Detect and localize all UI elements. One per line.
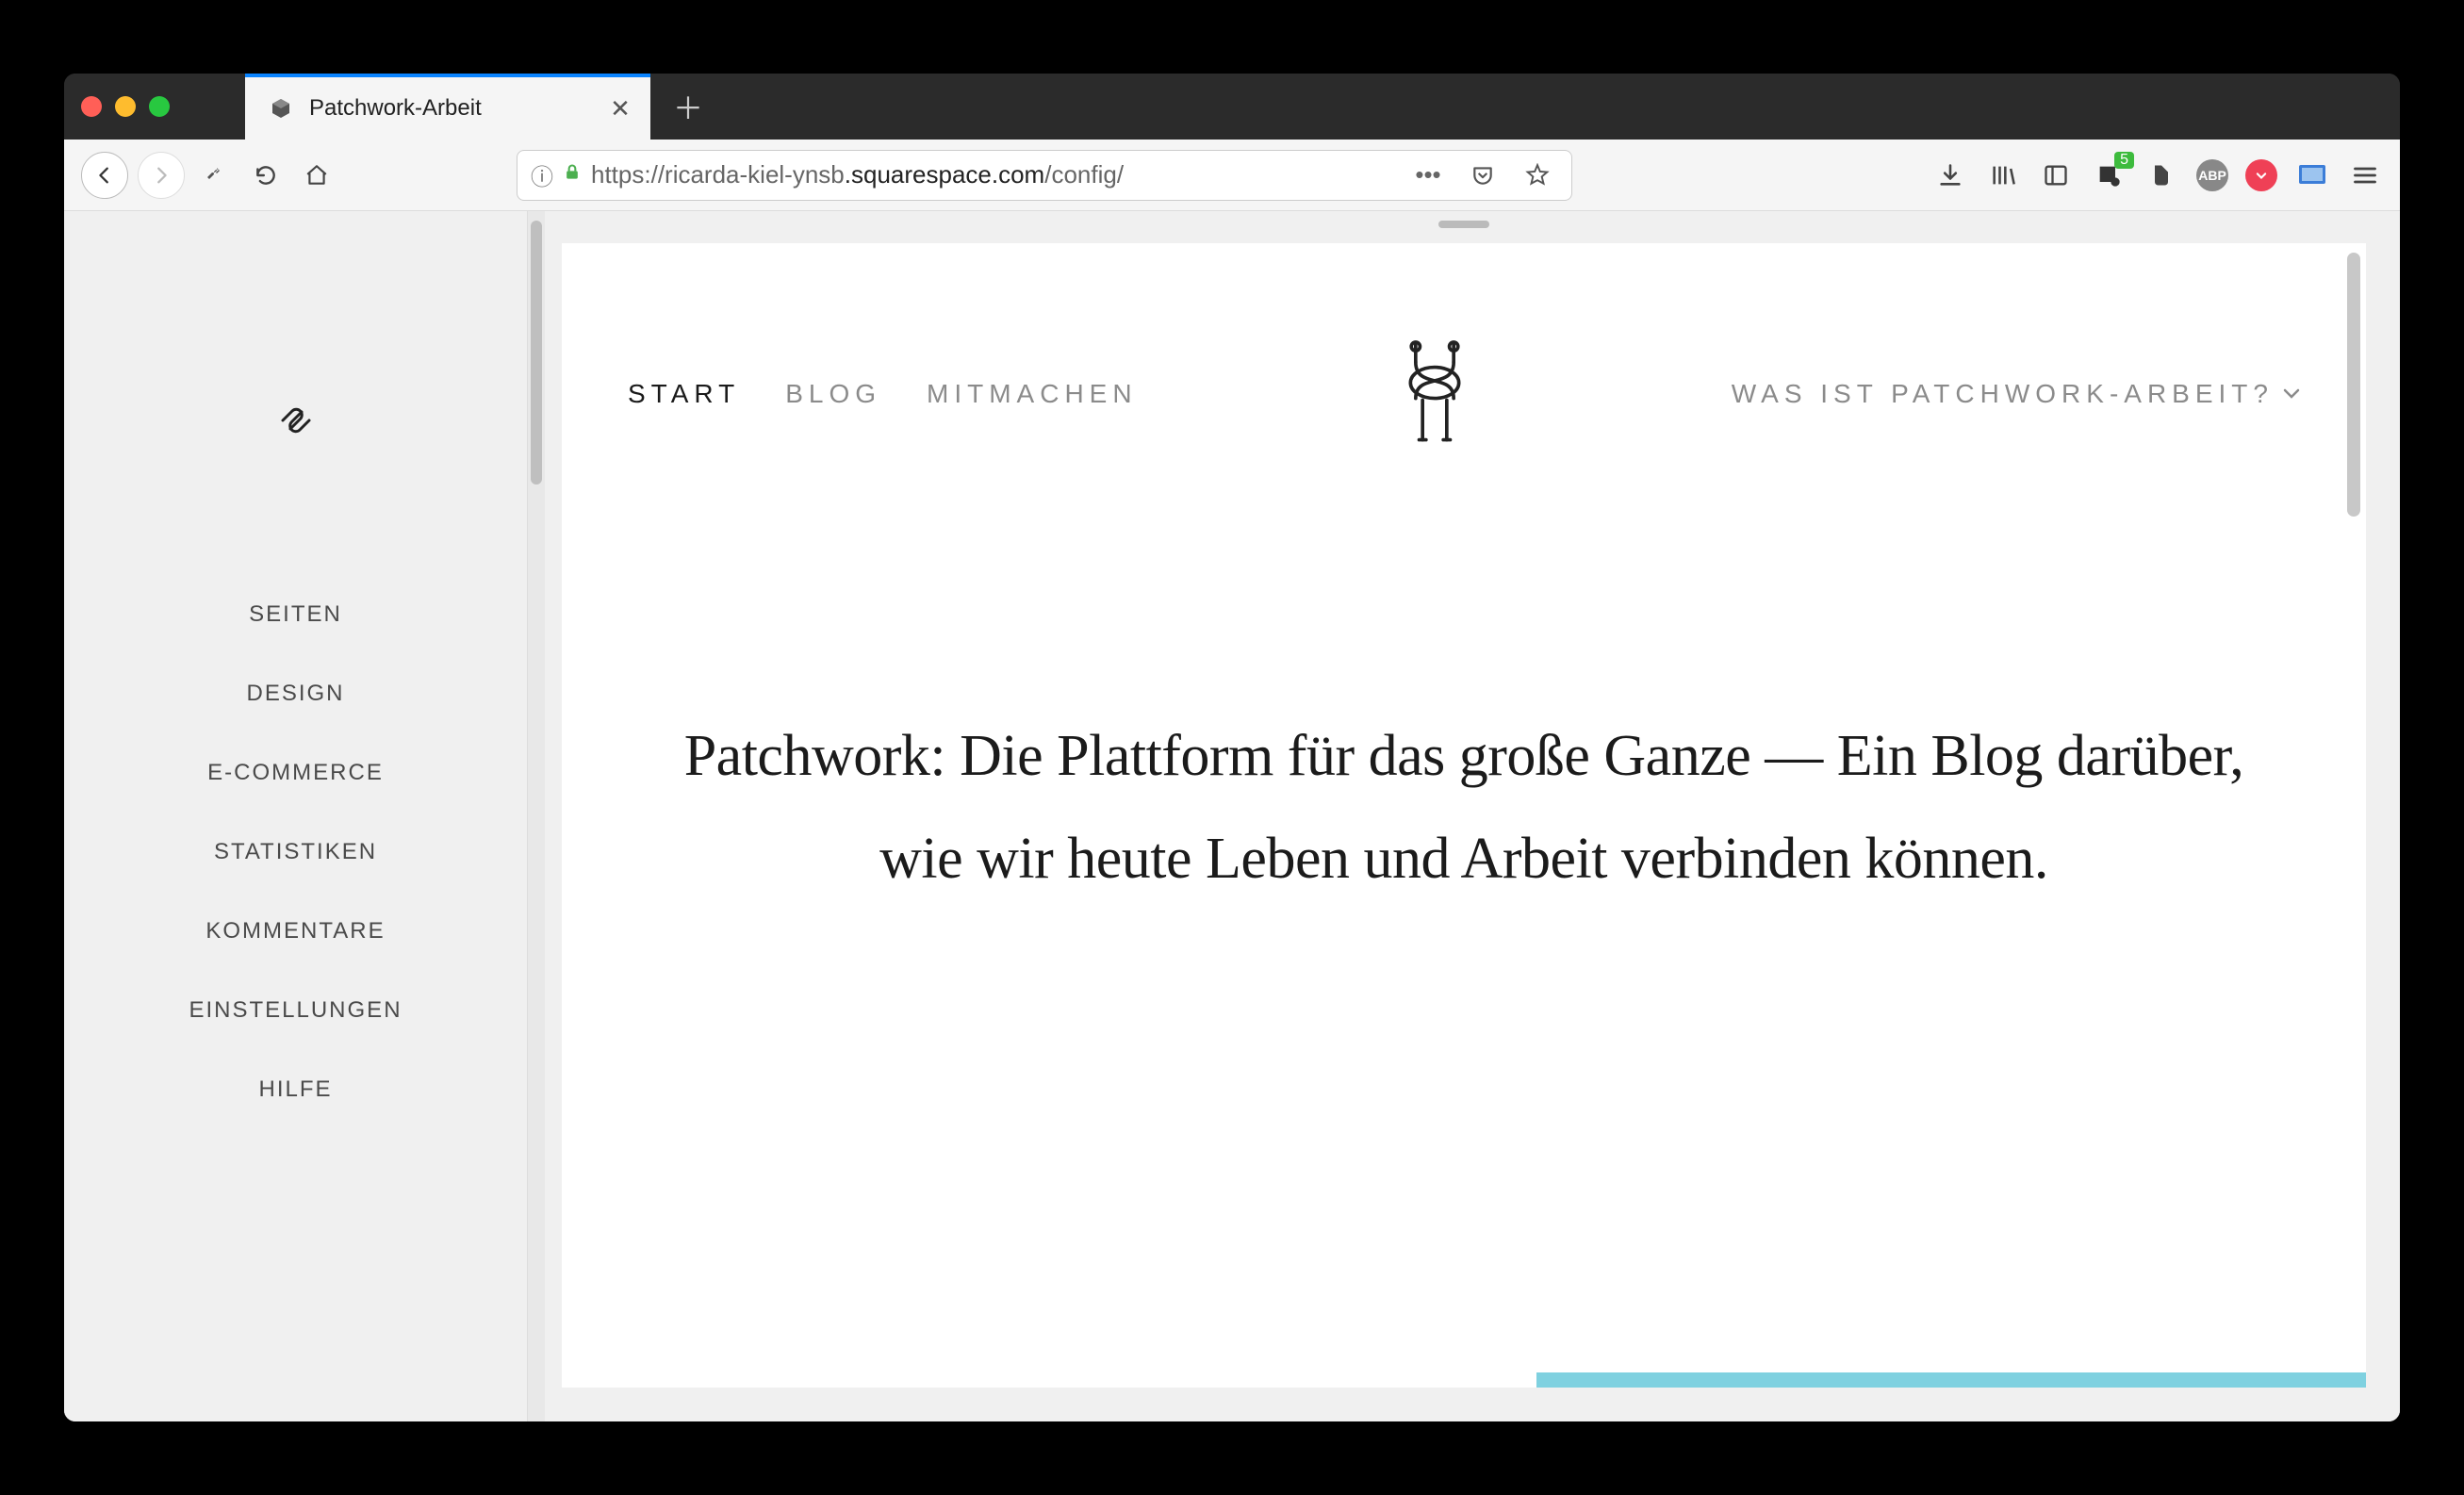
address-bar[interactable]: ⓘ https://ricarda-kiel-ynsb.squarespace.… [517,150,1572,201]
new-tab-button[interactable]: ＋ [665,84,711,129]
extension-badge-icon[interactable]: 5 [2091,157,2127,193]
lock-icon [563,163,582,188]
pocket-extension-icon[interactable] [2245,159,2277,191]
sidebar-item-einstellungen[interactable]: EINSTELLUNGEN [189,997,402,1024]
forward-button[interactable] [138,152,185,199]
browser-tab[interactable]: Patchwork-Arbeit ✕ [245,74,650,140]
pocket-save-icon[interactable] [1462,155,1503,196]
hamburger-menu-icon[interactable] [2347,157,2383,193]
sidebar-menu: SEITEN DESIGN E-COMMERCE STATISTIKEN KOM… [189,601,402,1103]
extension-badge-count: 5 [2114,152,2134,169]
url-prefix: https://ricarda-kiel-ynsb [591,160,845,189]
nav-link-start[interactable]: START [628,379,740,409]
back-button[interactable] [81,152,128,199]
sidebar-toggle-icon[interactable] [2038,157,2074,193]
url-text: https://ricarda-kiel-ynsb.squarespace.co… [591,160,1398,189]
page-actions-icon[interactable]: ••• [1407,155,1449,196]
preview-resize-handle-icon[interactable] [1438,221,1489,228]
tab-close-button[interactable]: ✕ [607,95,633,122]
hero-heading: Patchwork: Die Plattform für das große G… [675,705,2253,910]
preview-pane: START BLOG MITMACHEN [545,211,2400,1421]
sidebar-item-design[interactable]: DESIGN [246,681,344,707]
library-icon[interactable] [1985,157,2021,193]
footer-accent-bar [562,1372,2366,1388]
squarespace-sidebar: SEITEN DESIGN E-COMMERCE STATISTIKEN KOM… [64,211,528,1421]
url-bar-actions: ••• [1407,155,1558,196]
sidebar-item-statistiken[interactable]: STATISTIKEN [214,839,377,865]
secondary-nav: WAS IST PATCHWORK-ARBEIT? [1732,379,2300,409]
sidebar-item-ecommerce[interactable]: E-COMMERCE [207,760,384,786]
sidebar-item-hilfe[interactable]: HILFE [258,1076,332,1103]
dev-tools-icon[interactable] [194,155,236,196]
sidebar-scrollbar[interactable] [528,211,545,1421]
browser-window: Patchwork-Arbeit ✕ ＋ ⓘ https://ricarda-k [64,74,2400,1421]
screenshot-extension-icon[interactable] [2294,157,2330,193]
sidebar-item-seiten[interactable]: SEITEN [249,601,342,628]
site-header: START BLOG MITMACHEN [562,243,2366,498]
preview-scrollbar[interactable] [2347,253,2360,517]
window-controls [81,96,170,117]
tab-title: Patchwork-Arbeit [309,95,592,122]
home-button[interactable] [296,155,337,196]
primary-nav: START BLOG MITMACHEN [628,379,1138,409]
nav-link-was-ist[interactable]: WAS IST PATCHWORK-ARBEIT? [1732,379,2274,409]
url-path: /config/ [1044,160,1124,189]
page-content: SEITEN DESIGN E-COMMERCE STATISTIKEN KOM… [64,211,2400,1421]
url-domain: .squarespace.com [845,160,1044,189]
sidebar-item-kommentare[interactable]: KOMMENTARE [205,918,385,945]
tab-bar: Patchwork-Arbeit ✕ ＋ [64,74,2400,140]
bookmark-star-icon[interactable] [1517,155,1558,196]
chevron-down-icon[interactable] [2283,385,2300,404]
window-minimize-button[interactable] [115,96,136,117]
window-maximize-button[interactable] [149,96,170,117]
toolbar-extensions: 5 ABP [1932,157,2383,193]
accent-stripe [1536,1372,2366,1388]
tab-favicon-icon [268,95,294,122]
nav-link-blog[interactable]: BLOG [785,379,881,409]
nav-link-mitmachen[interactable]: MITMACHEN [927,379,1138,409]
browser-toolbar: ⓘ https://ricarda-kiel-ynsb.squarespace.… [64,140,2400,211]
window-close-button[interactable] [81,96,102,117]
squarespace-logo-icon[interactable] [275,400,317,441]
reload-button[interactable] [245,155,287,196]
downloads-icon[interactable] [1932,157,1968,193]
site-preview: START BLOG MITMACHEN [562,243,2366,1388]
evernote-icon[interactable] [2144,157,2179,193]
scrollbar-thumb[interactable] [531,221,542,485]
adblock-icon[interactable]: ABP [2196,159,2228,191]
site-logo-icon[interactable] [1373,328,1496,460]
hero-section: Patchwork: Die Plattform für das große G… [562,498,2366,910]
site-info-icon[interactable]: ⓘ [531,158,553,191]
